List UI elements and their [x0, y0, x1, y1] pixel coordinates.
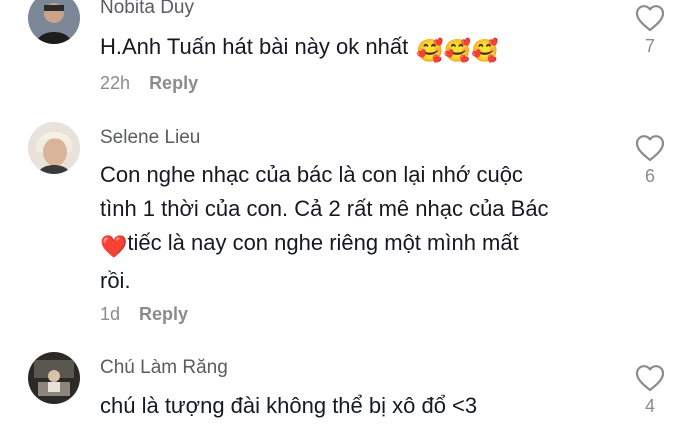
smiling-face-hearts-emoji: 🥰🥰🥰	[416, 38, 499, 63]
like-count: 7	[644, 36, 655, 56]
reply-button[interactable]: Reply	[149, 73, 198, 93]
heart-outline-icon	[635, 135, 665, 162]
comment-username[interactable]: Chú Làm Răng	[100, 357, 228, 379]
comment-text-content: H.Anh Tuấn hát bài này ok nhất	[100, 34, 409, 59]
avatar[interactable]	[28, 122, 80, 174]
comment-time: 22h	[100, 73, 131, 93]
like-count: 4	[644, 396, 655, 416]
comment-meta: 22h Reply	[100, 73, 198, 94]
heart-outline-icon	[635, 365, 665, 392]
user-avatar-icon	[28, 0, 80, 44]
comment-text: Con nghe nhạc của bác là con lại nhớ cuộ…	[100, 158, 600, 298]
like-count: 6	[644, 166, 655, 186]
comment-text: H.Anh Tuấn hát bài này ok nhất 🥰🥰🥰	[100, 30, 600, 68]
user-avatar-icon	[28, 122, 80, 174]
heart-outline-icon	[635, 5, 665, 32]
comment-username[interactable]: Selene Lieu	[100, 127, 200, 149]
comment-time: 1d	[100, 304, 121, 324]
reply-button[interactable]: Reply	[139, 304, 188, 324]
comment-meta: 1d Reply	[100, 304, 188, 325]
comment-text: chú là tượng đài không thể bị xô đổ <3	[100, 389, 600, 423]
comment-text-line: ❤️tiếc là nay con nghe riêng một mình mấ…	[100, 226, 600, 264]
comment-text-line: tình 1 thời của con. Cả 2 rất mê nhạc củ…	[100, 196, 549, 221]
avatar[interactable]	[28, 352, 80, 404]
like-button[interactable]: 4	[633, 364, 667, 417]
like-button[interactable]: 7	[633, 4, 667, 57]
avatar[interactable]	[28, 0, 80, 44]
comment-username[interactable]: Nobita Duy	[100, 0, 194, 19]
user-avatar-icon	[28, 352, 80, 404]
like-button[interactable]: 6	[633, 134, 667, 187]
comment-text-line: rồi.	[100, 268, 131, 293]
comment-text-content: chú là tượng đài không thể bị xô đổ <3	[100, 393, 478, 418]
comment-text-line: Con nghe nhạc của bác là con lại nhớ cuộ…	[100, 162, 523, 187]
red-heart-emoji: ❤️	[100, 234, 128, 259]
